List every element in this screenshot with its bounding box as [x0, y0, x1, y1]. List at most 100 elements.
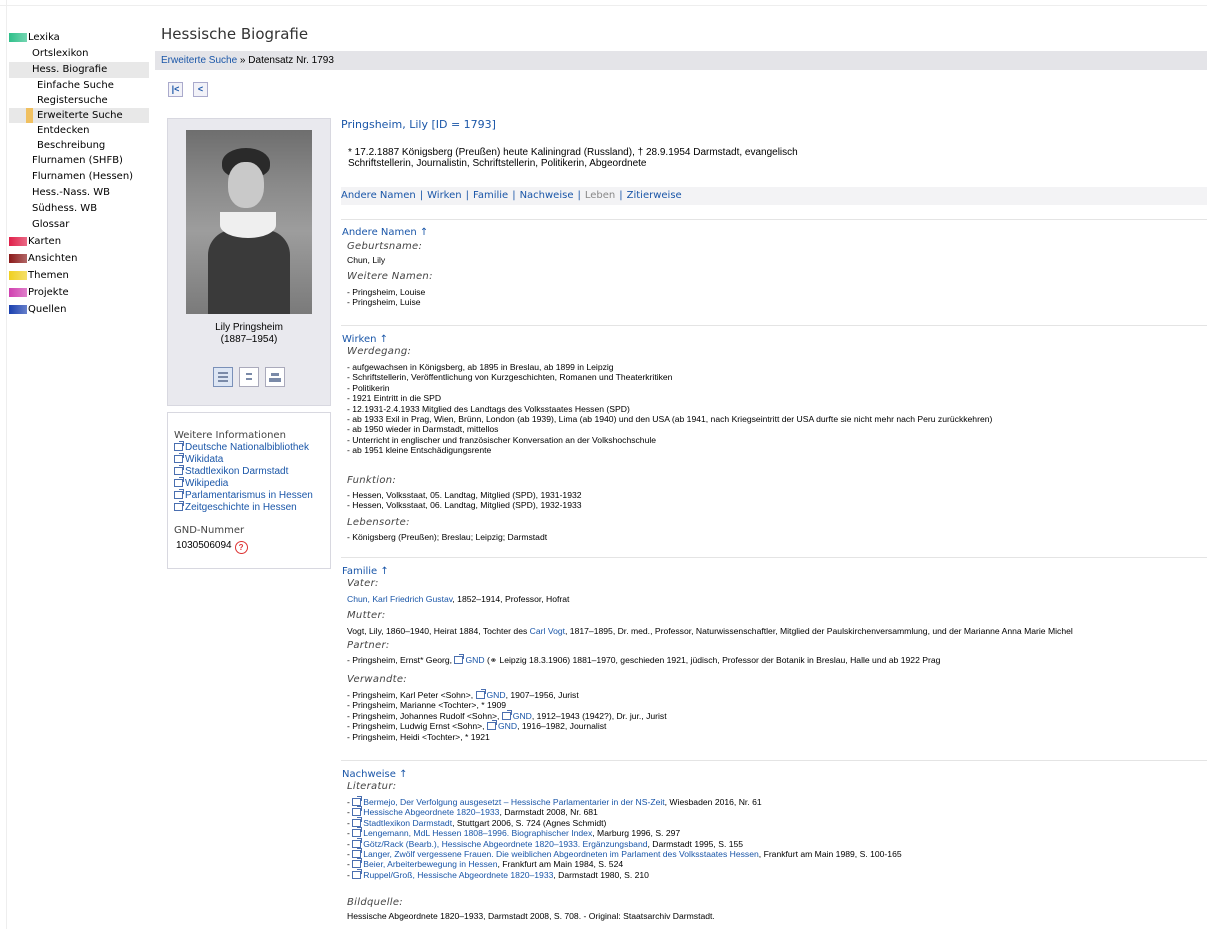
- sidebar-item-flurnamen-shfb-[interactable]: Flurnamen (SHFB): [9, 153, 149, 169]
- sidebar-item-label: Themen: [28, 270, 69, 281]
- full-view-icon[interactable]: [213, 367, 233, 387]
- gnd-link[interactable]: GND: [475, 689, 506, 700]
- label-bildquelle: Bildquelle:: [347, 897, 403, 908]
- info-link-3[interactable]: Wikipedia: [174, 477, 228, 489]
- help-icon[interactable]: ?: [234, 541, 248, 554]
- label-weitere-namen: Weitere Namen:: [347, 271, 433, 282]
- first-record-button[interactable]: |<: [168, 82, 183, 97]
- label-vater: Vater:: [347, 578, 379, 589]
- breadcrumb-link-erweiterte-suche[interactable]: Erweiterte Suche: [161, 55, 237, 66]
- section-heading-wirken[interactable]: Wirken ↑: [342, 334, 388, 345]
- external-link-icon: [352, 827, 363, 838]
- info-link-2[interactable]: Stadtlexikon Darmstadt: [174, 465, 288, 477]
- sidebar-item-einfache-suche[interactable]: Einfache Suche: [9, 78, 149, 93]
- list-item: - 12.1931-2.4.1933 Mitglied des Landtags…: [347, 403, 630, 414]
- tab-separator: |: [619, 190, 623, 201]
- list-item: - Götz/Rack (Bearb.), Hessische Abgeordn…: [347, 837, 744, 849]
- lebensorte-value: - Königsberg (Preußen); Breslau; Leipzig…: [347, 532, 548, 542]
- sidebar-item-ansichten[interactable]: Ansichten: [9, 250, 149, 267]
- sidebar-item-label: Südhess. WB: [32, 203, 98, 214]
- external-link-icon: [174, 477, 184, 487]
- tab-wirken[interactable]: Wirken: [427, 190, 461, 201]
- list-item: - Pringsheim, Karl Peter <Sohn>, GND, 19…: [347, 689, 579, 700]
- list-item: - Beier, Arbeiterbewegung in Hessen, Fra…: [347, 858, 624, 870]
- sidebar-item-entdecken[interactable]: Entdecken: [9, 123, 149, 138]
- compact-view-icon[interactable]: [239, 367, 259, 387]
- sidebar-item-lexika[interactable]: Lexika: [9, 29, 149, 46]
- label-funktion: Funktion:: [347, 475, 397, 486]
- literature-link[interactable]: Ruppel/Groß, Hessische Abgeordnete 1820–…: [352, 868, 553, 880]
- tab-familie[interactable]: Familie: [473, 190, 508, 201]
- external-link-icon: [352, 837, 363, 848]
- external-link-icon: [174, 465, 184, 475]
- bildquelle-value: Hessische Abgeordnete 1820–1933, Darmsta…: [347, 911, 715, 921]
- portrait-caption: Lily Pringsheim (1887–1954): [168, 322, 330, 346]
- category-color-icon: [9, 305, 27, 314]
- info-link-0[interactable]: Deutsche Nationalbibliothek: [174, 441, 309, 453]
- literature-link[interactable]: Bermejo, Der Verfolgung ausgesetzt – Hes…: [352, 796, 665, 807]
- sidebar-item-beschreibung[interactable]: Beschreibung: [9, 138, 149, 153]
- sidebar-item-erweiterte-suche[interactable]: Erweiterte Suche: [9, 108, 149, 123]
- list-item: - ab 1951 kleine Entschädigungsrente: [347, 445, 492, 456]
- sidebar-item-ortslexikon[interactable]: Ortslexikon: [9, 46, 149, 62]
- literature-link[interactable]: Stadtlexikon Darmstadt: [352, 816, 452, 828]
- tab-zitierweise[interactable]: Zitierweise: [627, 190, 682, 201]
- info-link-4[interactable]: Parlamentarismus in Hessen: [174, 489, 313, 501]
- external-link-icon: [352, 806, 363, 817]
- literature-link[interactable]: Langer, Zwölf vergessene Frauen. Die wei…: [352, 848, 759, 859]
- gnd-value: 1030506094: [176, 540, 232, 551]
- section-heading-familie[interactable]: Familie ↑: [342, 566, 389, 577]
- sidebar-item-südhess-wb[interactable]: Südhess. WB: [9, 201, 149, 217]
- section-divider: [341, 219, 1207, 220]
- section-heading-nachweise[interactable]: Nachweise ↑: [342, 769, 407, 780]
- literature-link[interactable]: Götz/Rack (Bearb.), Hessische Abgeordnet…: [352, 837, 648, 849]
- literature-link[interactable]: Hessische Abgeordnete 1820–1933: [352, 806, 499, 817]
- external-link-icon: [352, 848, 363, 858]
- mutter-link-carl-vogt[interactable]: Carl Vogt: [530, 626, 565, 636]
- gnd-link[interactable]: GND: [486, 720, 517, 731]
- external-link-icon: [352, 868, 363, 879]
- sidebar-item-quellen[interactable]: Quellen: [9, 301, 149, 318]
- section-heading-andere-namen[interactable]: Andere Namen ↑: [342, 227, 428, 238]
- tab-separator: |: [577, 190, 581, 201]
- vater-link[interactable]: Chun, Karl Friedrich Gustav: [347, 594, 452, 604]
- tab-nachweise[interactable]: Nachweise: [520, 190, 574, 201]
- info-link-1[interactable]: Wikidata: [174, 453, 223, 465]
- tab-andere-namen[interactable]: Andere Namen: [341, 190, 416, 201]
- previous-record-button[interactable]: <: [193, 82, 208, 97]
- sidebar-item-karten[interactable]: Karten: [9, 233, 149, 250]
- sidebar-item-themen[interactable]: Themen: [9, 267, 149, 284]
- sidebar-item-registersuche[interactable]: Registersuche: [9, 93, 149, 108]
- external-link-icon: [352, 796, 363, 806]
- external-link-icon: [501, 709, 512, 720]
- list-item: - Schriftstellerin, Veröffentlichung von…: [347, 372, 673, 383]
- list-item: - Lengemann, MdL Hessen 1808–1996. Biogr…: [347, 827, 681, 839]
- list-item: - Pringsheim, Johannes Rudolf <Sohn>, GN…: [347, 709, 667, 721]
- portrait-name: Lily Pringsheim: [215, 322, 283, 333]
- sidebar-item-hess-nass-wb[interactable]: Hess.-Nass. WB: [9, 185, 149, 201]
- sidebar-item-flurnamen-hessen-[interactable]: Flurnamen (Hessen): [9, 169, 149, 185]
- literature-link[interactable]: Lengemann, MdL Hessen 1808–1996. Biograp…: [352, 827, 592, 838]
- category-color-icon: [9, 288, 27, 297]
- category-color-icon: [9, 237, 27, 246]
- list-item: - Hessen, Volksstaat, 06. Landtag, Mitgl…: [347, 500, 582, 511]
- sidebar-item-glossar[interactable]: Glossar: [9, 217, 149, 233]
- literature-link[interactable]: Beier, Arbeiterbewegung in Hessen: [352, 858, 498, 869]
- sidebar-item-hess-biografie[interactable]: Hess. Biografie: [9, 62, 149, 78]
- gnd-link[interactable]: GND: [501, 709, 532, 721]
- tab-leben: Leben: [584, 190, 616, 201]
- record-heading: Pringsheim, Lily [ID = 1793]: [341, 118, 496, 131]
- tab-separator: |: [465, 190, 469, 201]
- external-link-icon: [174, 501, 184, 511]
- further-info-panel: Weitere Informationen Deutsche Nationalb…: [167, 412, 331, 569]
- partner-gnd-link[interactable]: GND: [454, 654, 485, 665]
- label-literatur: Literatur:: [347, 781, 397, 792]
- external-link-icon: [352, 858, 363, 869]
- print-icon[interactable]: [265, 367, 285, 387]
- category-color-icon: [9, 33, 27, 42]
- info-link-5[interactable]: Zeitgeschichte in Hessen: [174, 501, 297, 513]
- sidebar-item-label: Lexika: [28, 32, 60, 43]
- external-link-icon: [352, 816, 363, 827]
- list-item: - Ruppel/Groß, Hessische Abgeordnete 182…: [347, 868, 649, 880]
- sidebar-item-projekte[interactable]: Projekte: [9, 284, 149, 301]
